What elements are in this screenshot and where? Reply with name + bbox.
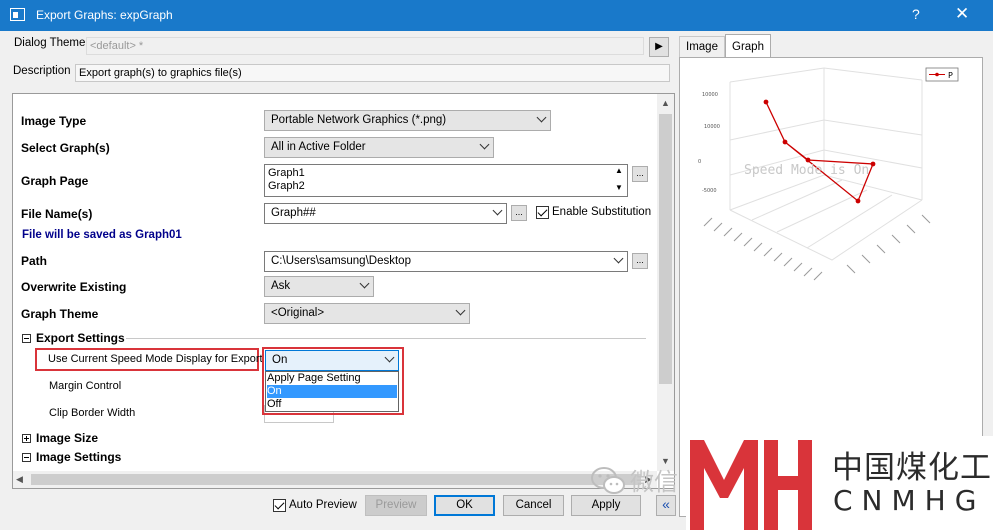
- graph-page-browse-button[interactable]: ...: [632, 166, 648, 182]
- select-graphs-select[interactable]: All in Active Folder: [264, 137, 494, 158]
- select-graphs-value: All in Active Folder: [271, 141, 366, 153]
- list-scroll-up-icon[interactable]: ▲: [615, 166, 623, 175]
- help-button[interactable]: ?: [912, 6, 920, 22]
- speed-mode-overlay-text: Speed Mode is On: [744, 163, 869, 178]
- list-scroll-down-icon[interactable]: ▼: [615, 183, 623, 192]
- path-input[interactable]: C:\Users\samsung\Desktop: [264, 251, 628, 272]
- path-browse-button[interactable]: ...: [632, 253, 648, 269]
- list-item[interactable]: Graph2: [268, 180, 305, 192]
- auto-preview-label: Auto Preview: [289, 499, 357, 511]
- file-name-browse-button[interactable]: ...: [511, 205, 527, 221]
- scroll-up-icon[interactable]: ▲: [661, 98, 670, 108]
- export-settings-label: Export Settings: [36, 331, 125, 345]
- image-settings-label: Image Settings: [36, 450, 122, 464]
- path-label: Path: [21, 254, 48, 268]
- legend-marker: [935, 72, 939, 77]
- speed-mode-label: Use Current Speed Mode Display for Expor…: [48, 353, 263, 365]
- graph-theme-select[interactable]: <Original>: [264, 303, 470, 324]
- chevron-down-icon: [359, 278, 370, 289]
- graph-page-label: Graph Page: [21, 174, 89, 188]
- auto-preview-checkbox[interactable]: [273, 499, 286, 512]
- chevron-down-icon: [479, 139, 490, 150]
- collapse-image-settings-icon[interactable]: [22, 453, 31, 462]
- legend-label: P: [948, 71, 953, 80]
- logo-chinese-text: 中国煤化工: [832, 450, 992, 486]
- enable-substitution-checkbox[interactable]: [536, 206, 549, 219]
- chevron-down-icon: [384, 352, 395, 363]
- speed-mode-dropdown: Apply Page Setting On Off: [265, 371, 399, 412]
- chevron-down-icon: [536, 112, 547, 123]
- save-note: File will be saved as Graph01: [22, 229, 182, 241]
- tab-graph[interactable]: Graph: [725, 34, 771, 58]
- chevron-down-icon: [613, 253, 624, 264]
- series-point: [805, 157, 811, 163]
- image-type-value: Portable Network Graphics (*.png): [271, 114, 447, 126]
- graph-theme-value: <Original>: [271, 307, 325, 319]
- window-icon: [10, 8, 25, 21]
- enable-substitution-label: Enable Substitution: [552, 206, 652, 218]
- logo-watermark: 中国煤化工 CNMHG: [686, 436, 993, 530]
- wechat-watermark-text: 微信: [630, 468, 678, 496]
- list-item[interactable]: Graph1: [268, 167, 305, 179]
- clip-border-label: Clip Border Width: [49, 407, 136, 419]
- collapse-export-settings-icon[interactable]: [22, 334, 31, 343]
- dropdown-option[interactable]: Apply Page Setting: [267, 372, 397, 385]
- logo-english-text: CNMHG: [833, 484, 986, 517]
- theme-menu-button[interactable]: ▶: [649, 37, 669, 57]
- mh-logo-icon: [690, 440, 812, 530]
- series-point: [870, 161, 876, 167]
- window-title: Export Graphs: expGraph: [36, 8, 173, 22]
- select-graphs-label: Select Graph(s): [21, 141, 110, 155]
- expand-image-size-icon[interactable]: [22, 434, 31, 443]
- margin-control-label: Margin Control: [49, 380, 122, 392]
- file-name-label: File Name(s): [21, 207, 93, 221]
- path-value: C:\Users\samsung\Desktop: [271, 255, 411, 267]
- apply-button[interactable]: Apply: [571, 495, 641, 516]
- series-point: [763, 99, 769, 105]
- section-divider: [126, 338, 646, 339]
- graph-page-list[interactable]: Graph1 Graph2 ▲ ▼: [264, 164, 628, 197]
- ok-button[interactable]: OK: [434, 495, 495, 516]
- image-type-select[interactable]: Portable Network Graphics (*.png): [264, 110, 551, 131]
- speed-mode-value: On: [272, 354, 288, 366]
- tab-image[interactable]: Image: [679, 36, 725, 57]
- preview-button[interactable]: Preview: [365, 495, 427, 516]
- title-bar: Export Graphs: expGraph ? ✕: [0, 0, 993, 31]
- y-tick-label: -5000: [702, 188, 717, 194]
- overwrite-label: Overwrite Existing: [21, 280, 127, 294]
- cancel-button[interactable]: Cancel: [503, 495, 564, 516]
- graph-preview: 10000 10000 0 -5000 Speed Mode is On P: [698, 67, 959, 281]
- file-name-input[interactable]: Graph##: [264, 203, 507, 224]
- horizontal-scrollbar[interactable]: ◀ ▶: [13, 471, 657, 488]
- dropdown-option-selected[interactable]: On: [267, 385, 397, 398]
- close-button[interactable]: ✕: [955, 4, 969, 24]
- series-point: [855, 198, 861, 204]
- image-type-label: Image Type: [21, 114, 87, 128]
- y-tick-label: 10000: [702, 92, 718, 98]
- graph-theme-label: Graph Theme: [21, 307, 99, 321]
- overwrite-select[interactable]: Ask: [264, 276, 374, 297]
- dialog-theme-input[interactable]: <default> *: [86, 37, 644, 55]
- y-tick-label: 10000: [704, 124, 720, 130]
- series-point: [782, 139, 788, 145]
- hscrollbar-thumb[interactable]: [31, 474, 641, 485]
- dropdown-option[interactable]: Off: [267, 398, 397, 411]
- axis-tick-marks: [703, 214, 931, 281]
- image-size-label: Image Size: [36, 431, 99, 445]
- description-label: Description: [13, 65, 71, 77]
- scrollbar-thumb[interactable]: [659, 114, 672, 384]
- file-name-value: Graph##: [271, 207, 316, 219]
- collapse-preview-button[interactable]: «: [656, 495, 676, 516]
- speed-mode-select[interactable]: On: [265, 350, 399, 371]
- dialog-theme-label: Dialog Theme: [14, 37, 86, 49]
- y-tick-label: 0: [698, 159, 701, 165]
- overwrite-value: Ask: [271, 280, 291, 292]
- chevron-down-icon: [492, 205, 503, 216]
- chevron-down-icon: [455, 305, 466, 316]
- scroll-left-icon[interactable]: ◀: [16, 474, 23, 485]
- vertical-scrollbar[interactable]: ▲ ▼: [657, 94, 674, 471]
- wechat-icon: [590, 466, 626, 496]
- description-text: Export graph(s) to graphics file(s): [75, 64, 670, 82]
